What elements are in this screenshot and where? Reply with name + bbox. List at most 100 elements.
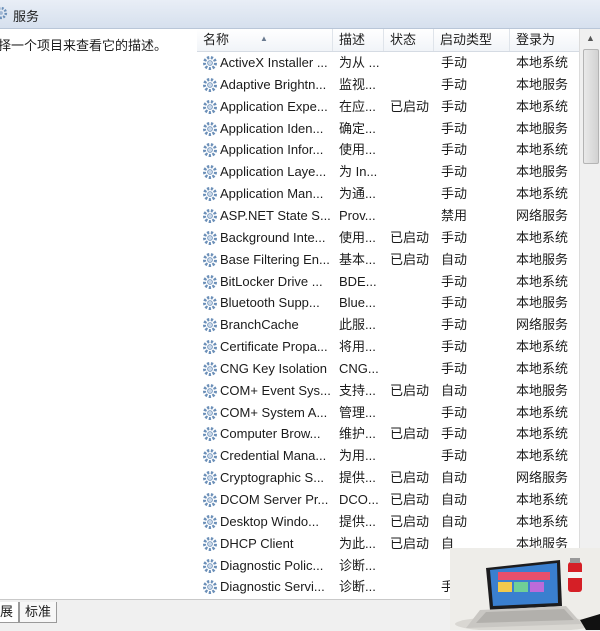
- gear-icon: [202, 186, 218, 202]
- service-name: Desktop Windo...: [220, 513, 319, 529]
- gear-icon: [202, 492, 218, 508]
- service-log-on-as: 本地系统: [516, 492, 569, 507]
- service-startup-type: 手动: [441, 404, 468, 420]
- gear-icon: [202, 208, 218, 224]
- table-row[interactable]: Application Man... 为通... 手动 本地系统: [197, 183, 579, 205]
- gear-icon: [202, 558, 218, 574]
- service-name: Credential Mana...: [220, 448, 327, 464]
- table-row[interactable]: CNG Key Isolation CNG... 手动 本地系统: [197, 358, 579, 380]
- service-name: Application Infor...: [220, 142, 324, 158]
- service-startup-type: 手动: [441, 295, 468, 311]
- table-row[interactable]: Cryptographic S... 提供... 已启动 自动 网络服务: [197, 467, 579, 489]
- service-log-on-as: 本地服务: [516, 76, 569, 92]
- table-row[interactable]: Background Inte... 使用... 已启动 手动 本地系统: [197, 227, 579, 249]
- gear-icon: [202, 536, 218, 552]
- service-description: Blue...: [339, 295, 376, 311]
- service-description: Prov...: [339, 207, 376, 223]
- service-status: 已启动: [390, 382, 430, 398]
- service-log-on-as: 网络服务: [516, 470, 569, 486]
- column-header-startup-type[interactable]: 启动类型: [434, 29, 510, 51]
- table-row[interactable]: Application Expe... 在应... 已启动 手动 本地系统: [197, 96, 579, 118]
- table-row[interactable]: ActiveX Installer ... 为从 ... 手动 本地系统: [197, 52, 579, 74]
- gear-icon: [202, 361, 218, 377]
- gear-icon: [202, 142, 218, 158]
- column-header-status-label: 状态: [390, 32, 417, 47]
- service-log-on-as: 本地服务: [516, 295, 569, 311]
- service-startup-type: 手动: [441, 360, 468, 376]
- column-header-description-label: 描述: [339, 32, 366, 47]
- service-log-on-as: 本地系统: [516, 513, 569, 529]
- service-name: BranchCache: [220, 317, 299, 333]
- service-name: DHCP Client: [220, 535, 294, 551]
- service-name: COM+ System A...: [220, 404, 328, 420]
- table-row[interactable]: Base Filtering En... 基本... 已启动 自动 本地服务: [197, 249, 579, 271]
- gear-icon: [202, 383, 218, 399]
- service-log-on-as: 本地系统: [516, 55, 569, 70]
- service-description: 确定...: [339, 120, 376, 136]
- service-name: Application Man...: [220, 186, 324, 202]
- gear-icon: [202, 121, 218, 137]
- table-row[interactable]: Desktop Windo... 提供... 已启动 自动 本地系统: [197, 511, 579, 533]
- service-name: Diagnostic Polic...: [220, 557, 324, 573]
- table-row[interactable]: COM+ Event Sys... 支持... 已启动 自动 本地服务: [197, 380, 579, 402]
- service-status: 已启动: [390, 470, 430, 486]
- service-description: 诊断...: [339, 557, 376, 573]
- table-row[interactable]: Bluetooth Supp... Blue... 手动 本地服务: [197, 292, 579, 314]
- table-row[interactable]: DCOM Server Pr... DCO... 已启动 自动 本地系统: [197, 489, 579, 511]
- table-row[interactable]: Credential Mana... 为用... 手动 本地系统: [197, 445, 579, 467]
- table-row[interactable]: Certificate Propa... 将用... 手动 本地系统: [197, 336, 579, 358]
- column-header-log-on-as-label: 登录为: [516, 32, 556, 47]
- tab-standard[interactable]: 标准: [19, 602, 58, 623]
- gear-icon: [202, 514, 218, 530]
- services-list[interactable]: 名称 ▲ 描述 状态 启动类型 登录为 ActiveX Installer ..…: [197, 29, 600, 599]
- service-startup-type: 手动: [441, 76, 468, 92]
- service-description: 支持...: [339, 382, 376, 398]
- column-header-status[interactable]: 状态: [384, 29, 434, 51]
- scrollbar-thumb[interactable]: [583, 49, 599, 164]
- table-row[interactable]: Application Laye... 为 In... 手动 本地服务: [197, 161, 579, 183]
- service-description: 基本...: [339, 251, 376, 267]
- service-description: 在应...: [339, 98, 376, 114]
- gear-icon: [202, 252, 218, 268]
- service-description: 诊断...: [339, 579, 376, 595]
- service-log-on-as: 本地服务: [516, 120, 569, 136]
- scroll-up-arrow-icon[interactable]: ▲: [580, 29, 600, 47]
- service-startup-type: 自动: [441, 492, 468, 507]
- table-row[interactable]: BitLocker Drive ... BDE... 手动 本地系统: [197, 271, 579, 293]
- service-description: 管理...: [339, 404, 376, 420]
- gear-icon: [202, 274, 218, 290]
- gear-icon: [202, 77, 218, 93]
- table-row[interactable]: Adaptive Brightn... 监视... 手动 本地服务: [197, 74, 579, 96]
- service-startup-type: 手动: [441, 339, 468, 355]
- service-status: 已启动: [390, 513, 430, 529]
- service-description: 监视...: [339, 76, 376, 92]
- service-startup-type: 自动: [441, 513, 468, 529]
- service-description: 为此...: [339, 535, 376, 551]
- table-row[interactable]: ASP.NET State S... Prov... 禁用 网络服务: [197, 205, 579, 227]
- service-startup-type: 手动: [441, 317, 468, 333]
- service-startup-type: 手动: [441, 426, 468, 442]
- service-name: Adaptive Brightn...: [220, 76, 327, 92]
- tab-extended[interactable]: 展: [0, 602, 20, 623]
- column-header-description[interactable]: 描述: [333, 29, 384, 51]
- service-name: Certificate Propa...: [220, 339, 328, 355]
- column-header-name[interactable]: 名称 ▲: [197, 29, 333, 51]
- service-description: 使用...: [339, 229, 376, 245]
- photo-overlay: [450, 548, 600, 630]
- vertical-scrollbar[interactable]: ▲: [579, 29, 600, 599]
- table-row[interactable]: Application Iden... 确定... 手动 本地服务: [197, 118, 579, 140]
- table-row[interactable]: Application Infor... 使用... 手动 本地系统: [197, 139, 579, 161]
- service-name: Application Laye...: [220, 164, 327, 180]
- gear-icon: [0, 6, 8, 20]
- gear-icon: [202, 295, 218, 311]
- table-row[interactable]: BranchCache 此服... 手动 网络服务: [197, 314, 579, 336]
- service-log-on-as: 本地系统: [516, 426, 569, 442]
- table-row[interactable]: COM+ System A... 管理... 手动 本地系统: [197, 402, 579, 424]
- table-row[interactable]: Computer Brow... 维护... 已启动 手动 本地系统: [197, 423, 579, 445]
- service-log-on-as: 本地服务: [516, 251, 569, 267]
- column-header-log-on-as[interactable]: 登录为: [510, 29, 579, 51]
- gear-icon: [202, 448, 218, 464]
- service-name: DCOM Server Pr...: [220, 492, 329, 507]
- service-status: 已启动: [390, 229, 430, 245]
- service-log-on-as: 本地系统: [516, 98, 569, 114]
